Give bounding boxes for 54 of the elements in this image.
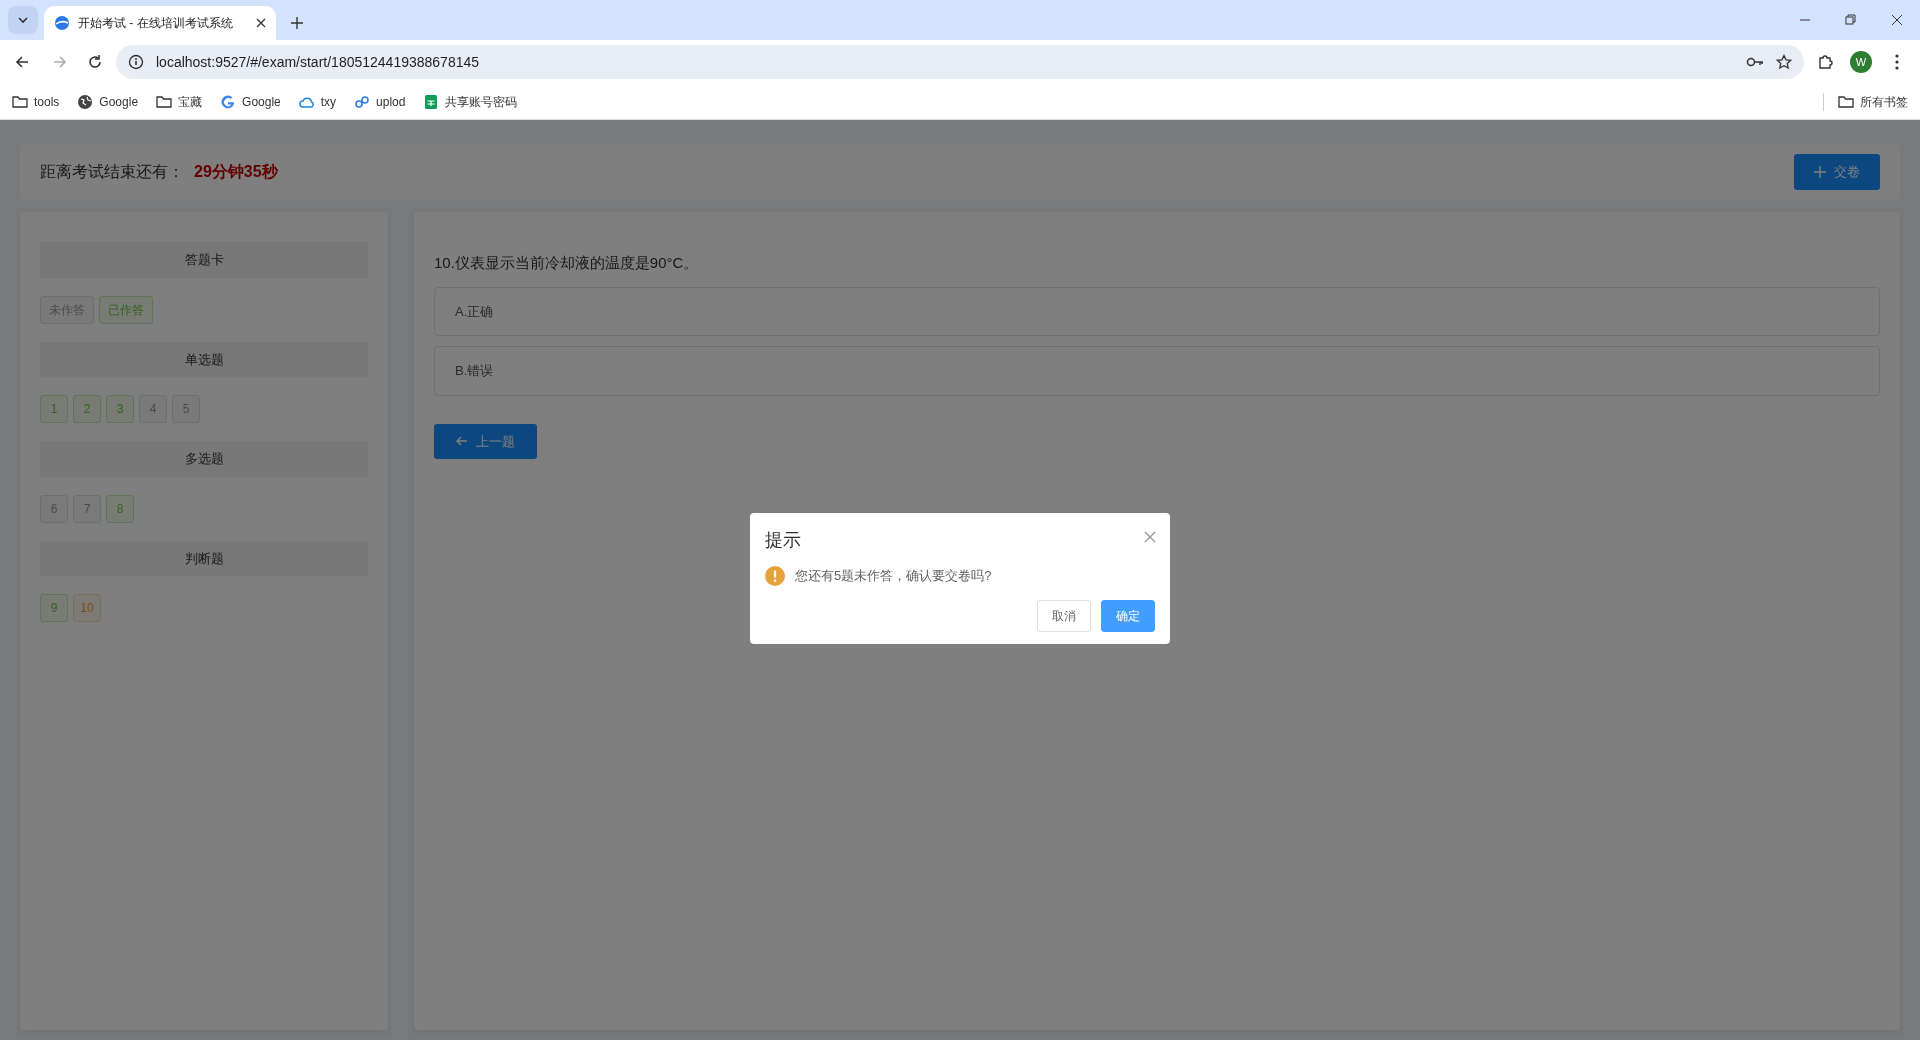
bookmark[interactable]: uplod [354,92,406,111]
left-arrow-icon [456,435,468,448]
info-icon [128,54,144,70]
bookmark[interactable]: tools [12,92,60,111]
answer-option[interactable]: B.错误 [434,346,1880,396]
cancel-button[interactable]: 取消 [1037,600,1091,632]
spreadsheet-icon [423,93,440,110]
bookmark[interactable]: txy [298,92,337,111]
puzzle-icon[interactable] [1817,54,1833,70]
profile-avatar[interactable]: W [1850,51,1872,73]
close-icon[interactable] [1891,14,1903,26]
chevron-down-icon [17,14,29,26]
tab-list-button[interactable] [8,6,38,34]
browser-tab[interactable]: 开始考试 - 在线培训考试系统 [44,6,276,40]
reload-icon[interactable] [87,54,103,70]
folder-icon [1838,93,1854,110]
close-icon[interactable] [256,18,266,28]
countdown-time: 29分钟35秒 [194,162,278,182]
url-text: localhost:9527/#/exam/start/1805124419388678145 [156,52,480,72]
dialog-title: 提示 [765,529,801,552]
section-header: 单选题 [40,341,368,377]
confirm-button[interactable]: 确定 [1101,600,1155,632]
previous-button[interactable]: 上一题 [434,423,537,459]
plus-icon[interactable] [290,16,304,30]
star-icon[interactable] [1776,54,1792,70]
dialog-message: 您还有5题未作答，确认要交卷吗? [795,567,992,586]
warning-icon [765,566,785,586]
globe-icon [77,93,94,110]
bookmark[interactable]: Google [77,92,139,111]
countdown-label: 距离考试结束还有： [40,162,184,182]
google-icon [220,93,237,110]
folder-icon [12,93,28,110]
key-icon[interactable] [1746,56,1764,68]
legend-tag: 已作答 [99,295,153,324]
close-icon [1144,531,1156,544]
address-bar[interactable]: localhost:9527/#/exam/start/1805124419388678145 [116,45,1804,79]
back-arrow-icon[interactable] [15,54,31,70]
question-text: 10.仪表显示当前冷却液的温度是90°C。 [434,253,700,273]
site-icon [54,15,70,31]
section-header: 判断题 [40,540,368,576]
plus-icon [1814,166,1826,178]
more-menu-icon[interactable] [1895,54,1899,70]
tab-title: 开始考试 - 在线培训考试系统 [78,15,233,32]
section-header: 多选题 [40,441,368,477]
submit-button[interactable]: 交卷 [1794,154,1880,190]
bookmark[interactable]: 所有书签 [1823,92,1908,111]
bookmark[interactable]: 宝藏 [156,92,203,111]
answer-option[interactable]: A.正确 [434,286,1880,336]
bookmark[interactable]: 共享账号密码 [423,92,518,111]
bookmark[interactable]: Google [220,92,281,111]
folder-icon [156,93,173,110]
section-header: 答题卡 [40,242,368,278]
restore-icon[interactable] [1845,14,1857,26]
link-icon [354,93,371,110]
